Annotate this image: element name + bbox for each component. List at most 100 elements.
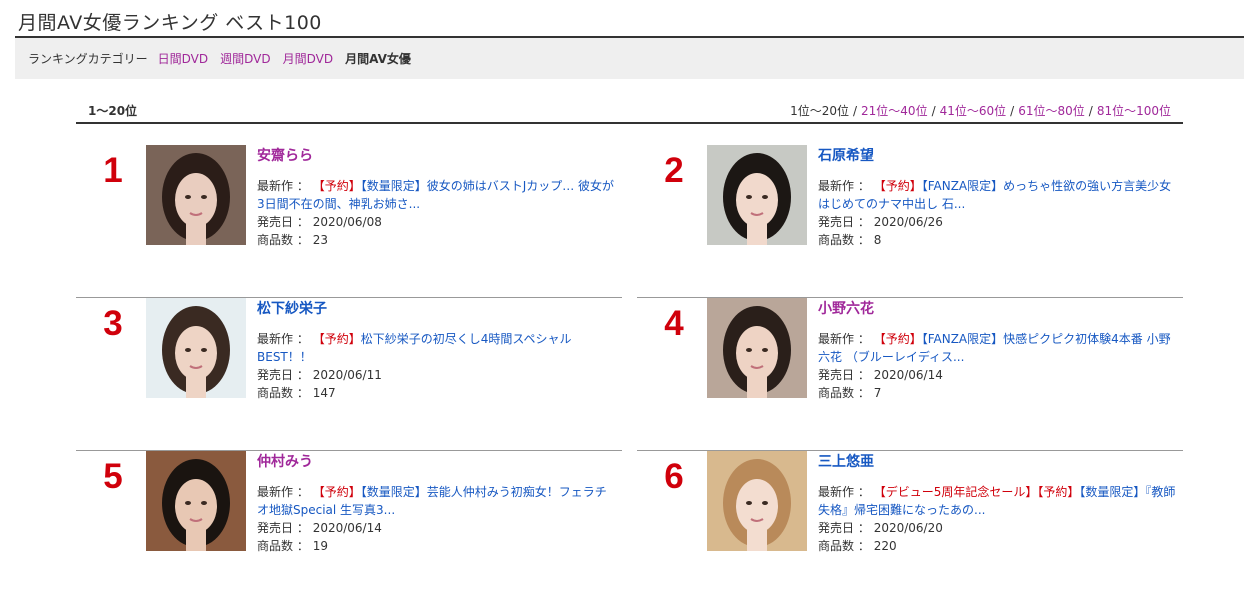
release-date-label: 発売日 [257,368,294,382]
label-colon: ： [296,215,309,229]
latest-work-row: 最新作 ： 【予約】【数量限定】芸能人仲村みう初痴女！フェラチオ地獄Specia… [257,483,615,519]
label-colon: ： [857,386,870,400]
latest-work-label: 最新作 [818,332,855,346]
label-colon: ： [296,386,309,400]
label-colon: ： [296,233,309,247]
release-tag: 【予約】 [312,179,361,193]
release-date-value: 2020/06/11 [312,368,382,382]
latest-work-label: 最新作 [257,179,294,193]
current-range-label: 1〜20位 [88,104,138,118]
actress-photo[interactable] [146,145,246,245]
actress-photo[interactable] [707,145,807,245]
pager-link-41-60[interactable]: 41位〜60位 [940,104,1007,118]
pager-link-81-100[interactable]: 81位〜100位 [1097,104,1171,118]
label-colon: ： [857,332,870,346]
category-label: ランキングカテゴリー [28,52,148,66]
actress-info: 最新作 ： 【予約】【数量限定】彼女の姉はバストJカップ… 彼女が3日間不在の間… [257,177,615,249]
product-count-value: 220 [873,539,897,553]
latest-work-row: 最新作 ： 【予約】【FANZA限定】めっちゃ性欲の強い方言美少女 はじめてのナ… [818,177,1176,213]
latest-work-label: 最新作 [818,179,855,193]
actress-info: 最新作 ： 【予約】松下紗栄子の初尽くし4時間スペシャルBEST！！ 発売日 ：… [257,330,615,402]
actress-name-link[interactable]: 安齋らら [257,145,313,165]
release-date-row: 発売日 ： 2020/06/14 [257,519,615,537]
label-colon: ： [857,539,870,553]
latest-work-row: 最新作 ： 【予約】【FANZA限定】快感ピクピク初体験4本番 小野六花 （ブル… [818,330,1176,366]
category-link-monthly-dvd[interactable]: 月間DVD [283,50,333,67]
product-count-value: 7 [873,386,882,400]
actress-name-link[interactable]: 松下紗栄子 [257,298,327,318]
actress-name-link[interactable]: 石原希望 [818,145,874,165]
latest-work-link[interactable]: 【FANZA限定】めっちゃ性欲の強い方言美少女 はじめてのナマ中出し 石... [818,179,1171,211]
actress-photo[interactable] [146,298,246,398]
rank-number: 3 [103,304,123,343]
pager-separator: / [1088,104,1093,118]
release-date-label: 発売日 [818,521,855,535]
product-count-row: 商品数 ： 8 [818,231,1176,249]
product-count-value: 8 [873,233,882,247]
release-date-row: 発売日 ： 2020/06/26 [818,213,1176,231]
ranking-card: 4 小野六花 最新作 ： 【予約】【FANZA限定】快感ピクピク初体験4本番 小… [637,298,1183,451]
label-colon: ： [296,485,309,499]
actress-name-link[interactable]: 小野六花 [818,298,874,318]
range-header: 1〜20位 1位〜20位/21位〜40位/41位〜60位/61位〜80位/81位… [76,100,1183,124]
release-tag: 【予約】 [1037,485,1080,499]
category-link-daily-dvd[interactable]: 日間DVD [158,50,208,67]
pager-current: 1位〜20位 [790,104,849,118]
product-count-label: 商品数 [818,233,855,247]
actress-photo[interactable] [707,298,807,398]
pager-separator: / [852,104,858,118]
rank-number: 4 [664,304,684,343]
actress-info: 最新作 ： 【予約】【FANZA限定】快感ピクピク初体験4本番 小野六花 （ブル… [818,330,1176,402]
release-tag: 【予約】 [312,485,361,499]
product-count-row: 商品数 ： 7 [818,384,1176,402]
product-count-label: 商品数 [818,386,855,400]
label-colon: ： [296,539,309,553]
ranking-card: 6 三上悠亜 最新作 ： 【デビュー5周年記念セール】【予約】【数量限定】『教師… [637,451,1183,604]
release-date-value: 2020/06/20 [873,521,943,535]
release-date-value: 2020/06/14 [312,521,382,535]
ranking-card: 5 仲村みう 最新作 ： 【予約】【数量限定】芸能人仲村みう初痴女！フェラチオ地… [76,451,622,604]
actress-info: 最新作 ： 【予約】【数量限定】芸能人仲村みう初痴女！フェラチオ地獄Specia… [257,483,615,555]
release-date-label: 発売日 [818,368,855,382]
latest-work-link[interactable]: 【数量限定】彼女の姉はバストJカップ… 彼女が3日間不在の間、神乳お姉さ... [257,179,614,211]
release-date-row: 発売日 ： 2020/06/14 [818,366,1176,384]
latest-work-label: 最新作 [257,332,294,346]
release-tag: 【予約】 [873,332,922,346]
product-count-label: 商品数 [818,539,855,553]
release-date-row: 発売日 ： 2020/06/11 [257,366,615,384]
actress-info: 最新作 ： 【デビュー5周年記念セール】【予約】【数量限定】『教師失格』帰宅困難… [818,483,1176,555]
latest-work-row: 最新作 ： 【デビュー5周年記念セール】【予約】【数量限定】『教師失格』帰宅困難… [818,483,1176,519]
release-date-value: 2020/06/08 [312,215,382,229]
latest-work-link[interactable]: 【数量限定】芸能人仲村みう初痴女！フェラチオ地獄Special 生写真3... [257,485,607,517]
rank-number: 1 [103,151,123,190]
product-count-label: 商品数 [257,386,294,400]
pager-separator: / [1010,104,1015,118]
latest-work-link[interactable]: 【FANZA限定】快感ピクピク初体験4本番 小野六花 （ブルーレイディス... [818,332,1171,364]
ranking-card: 1 安齋らら 最新作 ： 【予約】【数量限定】彼女の姉はバストJカップ… 彼女が… [76,145,622,298]
pager-link-21-40[interactable]: 21位〜40位 [861,104,928,118]
latest-work-row: 最新作 ： 【予約】【数量限定】彼女の姉はバストJカップ… 彼女が3日間不在の間… [257,177,615,213]
actress-name-link[interactable]: 仲村みう [257,451,313,471]
product-count-value: 23 [312,233,328,247]
release-date-label: 発売日 [818,215,855,229]
ranking-category-bar: ランキングカテゴリー 日間DVD 週間DVD 月間DVD 月間AV女優 [15,36,1244,79]
category-link-weekly-dvd[interactable]: 週間DVD [220,50,270,67]
actress-photo[interactable] [146,451,246,551]
label-colon: ： [857,179,870,193]
label-colon: ： [296,179,309,193]
ranking-card: 2 石原希望 最新作 ： 【予約】【FANZA限定】めっちゃ性欲の強い方言美少女… [637,145,1183,298]
product-count-label: 商品数 [257,233,294,247]
release-date-row: 発売日 ： 2020/06/20 [818,519,1176,537]
latest-work-row: 最新作 ： 【予約】松下紗栄子の初尽くし4時間スペシャルBEST！！ [257,330,615,366]
actress-name-link[interactable]: 三上悠亜 [818,451,874,471]
product-count-value: 147 [312,386,336,400]
release-date-row: 発売日 ： 2020/06/08 [257,213,615,231]
label-colon: ： [857,233,870,247]
rank-pager: 1位〜20位/21位〜40位/41位〜60位/61位〜80位/81位〜100位 [790,102,1171,119]
label-colon: ： [296,521,309,535]
label-colon: ： [857,368,870,382]
label-colon: ： [857,215,870,229]
category-current-monthly-actress: 月間AV女優 [345,52,411,66]
pager-link-61-80[interactable]: 61位〜80位 [1018,104,1085,118]
actress-photo[interactable] [707,451,807,551]
